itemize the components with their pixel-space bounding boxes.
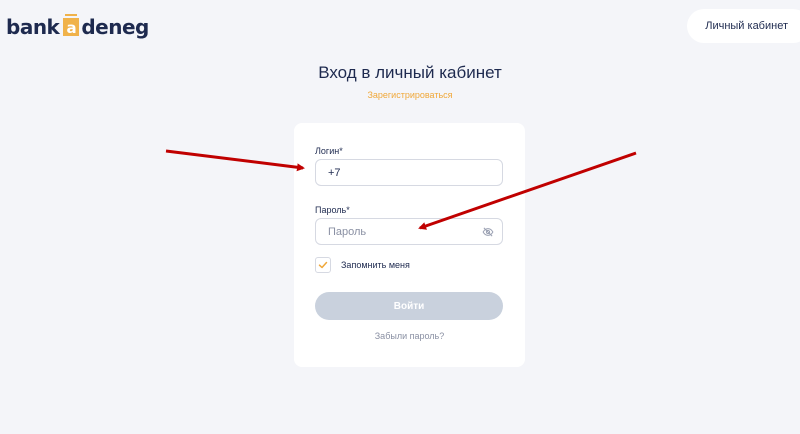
annotation-arrow-login xyxy=(165,149,305,172)
remember-me-label: Запомнить меня xyxy=(341,260,410,270)
logo-text-bank: bank xyxy=(6,15,60,39)
login-button[interactable]: Войти xyxy=(315,292,503,320)
checkmark-icon xyxy=(318,261,328,269)
forgot-password-link[interactable]: Забыли пароль? xyxy=(294,331,525,341)
eye-off-icon[interactable] xyxy=(482,226,494,238)
logo-box-letter: a xyxy=(66,19,77,37)
logo-text-deneg: deneg xyxy=(81,15,149,39)
password-label: Пароль* xyxy=(315,205,350,215)
password-input[interactable] xyxy=(316,219,478,244)
register-link[interactable]: Зарегистрироваться xyxy=(0,90,800,100)
login-input[interactable] xyxy=(316,160,478,185)
personal-cabinet-label: Личный кабинет xyxy=(705,20,788,32)
password-field-wrapper xyxy=(315,218,503,245)
login-card: Логин* Пароль* Запомнить меня Войти Забы… xyxy=(294,123,525,367)
remember-me-checkbox[interactable] xyxy=(315,257,331,273)
login-label: Логин* xyxy=(315,146,343,156)
logo-mark: a xyxy=(63,14,80,37)
page-title: Вход в личный кабинет xyxy=(318,63,502,82)
personal-cabinet-button[interactable]: Личный кабинет xyxy=(687,9,800,43)
login-field-wrapper xyxy=(315,159,503,186)
remember-me-option[interactable]: Запомнить меня xyxy=(315,257,410,273)
logo[interactable]: bank a deneg xyxy=(6,14,149,39)
